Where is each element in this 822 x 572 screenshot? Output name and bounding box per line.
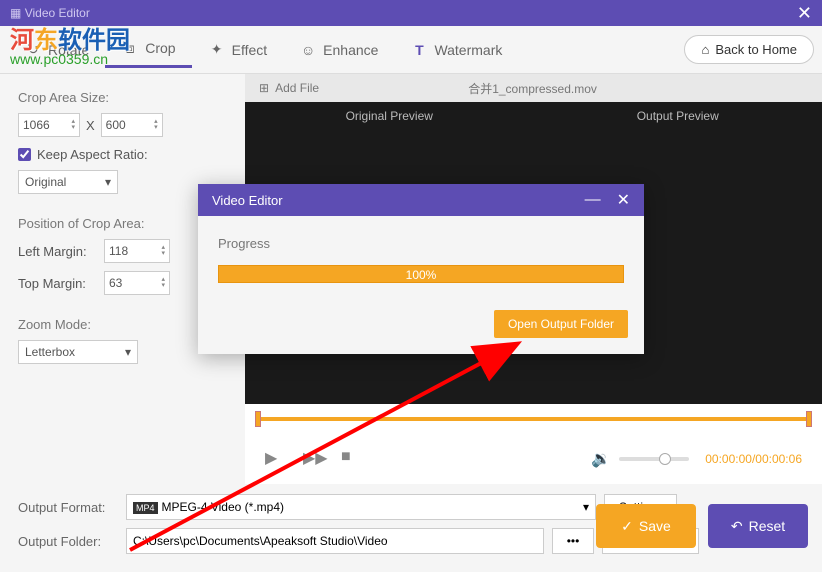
top-margin-label: Top Margin:	[18, 276, 96, 291]
chevron-down-icon: ▾	[105, 175, 111, 189]
tab-effect-label: Effect	[232, 42, 268, 58]
format-icon: MP4	[133, 502, 158, 514]
check-icon: ✓	[621, 518, 633, 535]
volume-slider[interactable]	[619, 457, 689, 461]
zoom-label: Zoom Mode:	[18, 317, 227, 332]
main-toolbar: ↻ Rotate ⧈ Crop ✦ Effect ☺ Enhance T Wat…	[0, 26, 822, 74]
volume-control: 🔉	[591, 449, 689, 469]
dialog-titlebar: Video Editor — ✕	[198, 184, 644, 216]
filename: 合并1_compressed.mov	[333, 80, 732, 97]
crop-width-input[interactable]: 1066▴▾	[18, 113, 80, 137]
playback-controls: ▶ ▶▶ ■ 🔉 00:00:00/00:00:06	[245, 434, 822, 484]
size-x: X	[86, 118, 95, 133]
watermark-icon: T	[410, 41, 428, 59]
crop-height-input[interactable]: 600▴▾	[101, 113, 163, 137]
rotate-icon: ↻	[24, 41, 42, 59]
titlebar: ▦ Video Editor ✕	[0, 0, 822, 26]
add-file-label: Add File	[275, 81, 319, 95]
progress-bar: 100%	[218, 265, 624, 283]
close-icon[interactable]: ✕	[797, 3, 812, 24]
left-margin-label: Left Margin:	[18, 244, 96, 259]
tab-crop[interactable]: ⧈ Crop	[105, 31, 191, 68]
back-to-home-button[interactable]: ⌂ Back to Home	[684, 35, 814, 64]
output-format-select[interactable]: MP4MPEG-4 Video (*.mp4) ▾	[126, 494, 596, 520]
position-label: Position of Crop Area:	[18, 216, 227, 231]
output-folder-label: Output Folder:	[18, 534, 118, 549]
volume-icon[interactable]: 🔉	[591, 449, 611, 469]
timeline-start-handle[interactable]	[255, 411, 261, 427]
keep-aspect-checkbox[interactable]	[18, 148, 31, 161]
progress-label: Progress	[218, 236, 624, 251]
dialog-minimize-icon[interactable]: —	[585, 191, 601, 209]
enhance-icon: ☺	[299, 41, 317, 59]
time-display: 00:00:00/00:00:06	[705, 452, 802, 466]
tab-rotate[interactable]: ↻ Rotate	[8, 33, 105, 67]
top-margin-input[interactable]: 63▴▾	[104, 271, 170, 295]
home-icon: ⌂	[701, 42, 709, 57]
tab-watermark-label: Watermark	[434, 42, 502, 58]
timeline[interactable]	[245, 404, 822, 434]
open-output-folder-button[interactable]: Open Output Folder	[494, 310, 628, 338]
dialog-title: Video Editor	[212, 193, 283, 208]
keep-aspect-label: Keep Aspect Ratio:	[37, 147, 148, 162]
browse-button[interactable]: •••	[552, 528, 594, 554]
tab-watermark[interactable]: T Watermark	[394, 33, 518, 67]
back-home-label: Back to Home	[715, 42, 797, 57]
output-preview-label: Output Preview	[534, 102, 822, 130]
tab-enhance-label: Enhance	[323, 42, 378, 58]
dialog-close-icon[interactable]: ✕	[617, 190, 630, 210]
stop-button[interactable]: ■	[341, 448, 363, 470]
tab-effect[interactable]: ✦ Effect	[192, 33, 284, 67]
timeline-end-handle[interactable]	[806, 411, 812, 427]
progress-dialog: Video Editor — ✕ Progress 100% Open Outp…	[198, 184, 644, 354]
reset-button[interactable]: ↶ Reset	[708, 504, 808, 548]
original-preview-label: Original Preview	[245, 102, 534, 130]
save-button[interactable]: ✓ Save	[596, 504, 696, 548]
zoom-select[interactable]: Letterbox▾	[18, 340, 138, 364]
play-button[interactable]: ▶	[265, 448, 287, 470]
tab-rotate-label: Rotate	[48, 42, 89, 58]
undo-icon: ↶	[731, 518, 743, 535]
left-margin-input[interactable]: 118▴▾	[104, 239, 170, 263]
titlebar-title: Video Editor	[25, 6, 90, 20]
timeline-track[interactable]	[255, 417, 812, 421]
add-file-button[interactable]: ⊞ Add File	[245, 81, 333, 95]
reset-label: Reset	[749, 518, 786, 534]
output-folder-input[interactable]: C:\Users\pc\Documents\Apeaksoft Studio\V…	[126, 528, 544, 554]
tab-enhance[interactable]: ☺ Enhance	[283, 33, 394, 67]
save-label: Save	[639, 518, 671, 534]
chevron-down-icon: ▾	[583, 500, 589, 514]
effect-icon: ✦	[208, 41, 226, 59]
forward-button[interactable]: ▶▶	[303, 448, 325, 470]
plus-icon: ⊞	[259, 81, 269, 95]
crop-size-label: Crop Area Size:	[18, 90, 227, 105]
action-buttons: ✓ Save ↶ Reset	[596, 504, 808, 548]
crop-icon: ⧈	[121, 39, 139, 57]
chevron-down-icon: ▾	[125, 345, 131, 359]
tab-crop-label: Crop	[145, 40, 175, 56]
aspect-select[interactable]: Original▾	[18, 170, 118, 194]
file-bar: ⊞ Add File 合并1_compressed.mov	[245, 74, 822, 102]
titlebar-icon: ▦	[10, 6, 21, 20]
output-format-label: Output Format:	[18, 500, 118, 515]
